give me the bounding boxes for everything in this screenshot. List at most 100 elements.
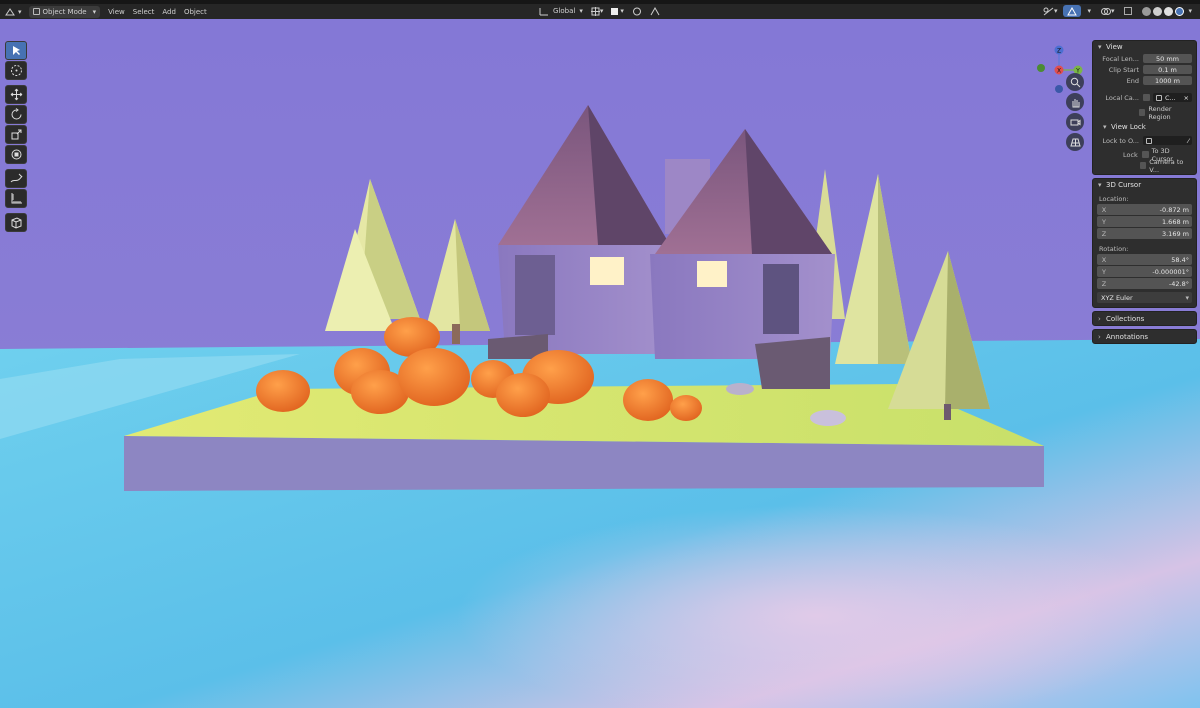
view-panel-title: View <box>1106 43 1123 51</box>
collections-title: Collections <box>1106 314 1145 323</box>
rotation-mode-value: XYZ Euler <box>1101 293 1133 302</box>
viewport-header: ▾ Object Mode ▾ View Select Add Object G… <box>0 4 1200 19</box>
cursor-rotation-y[interactable]: Y -0.000001° <box>1097 266 1192 277</box>
gizmo-dropdown[interactable]: ▾ <box>1083 5 1095 17</box>
view-panel: ▾ View Focal Len... 50 mm Clip Start 0.1 m… <box>1092 40 1197 175</box>
transform-tool[interactable] <box>5 145 27 164</box>
lock-to-object-field[interactable]: ⁄ <box>1143 136 1192 145</box>
menu-add[interactable]: Add <box>158 6 180 18</box>
pan-button[interactable] <box>1066 93 1084 111</box>
solid-shading-icon[interactable] <box>1153 6 1163 16</box>
camera-icon <box>1070 119 1080 125</box>
cursor-location-y[interactable]: Y 1.668 m <box>1097 216 1192 227</box>
pivot-icon <box>590 6 600 16</box>
clear-icon[interactable]: × <box>1184 94 1192 102</box>
clip-start-field[interactable]: 0.1 m <box>1143 65 1192 74</box>
snap-dropdown[interactable]: ▾ <box>607 5 628 17</box>
cursor-icon <box>10 65 22 76</box>
material-preview-icon[interactable] <box>1164 6 1174 16</box>
menu-object[interactable]: Object <box>180 6 211 18</box>
chevron-right-icon: › <box>1098 332 1101 341</box>
rotation-mode-dropdown[interactable]: XYZ Euler ▾ <box>1097 292 1192 303</box>
zoom-button[interactable] <box>1066 73 1084 91</box>
perspective-toggle-button[interactable] <box>1066 133 1084 151</box>
measure-tool[interactable] <box>5 189 27 208</box>
wireframe-shading-icon[interactable] <box>1142 6 1152 16</box>
visibility-dropdown[interactable]: ▾ <box>1039 5 1062 17</box>
local-camera-checkbox[interactable] <box>1143 94 1150 101</box>
eyedropper-icon[interactable]: ⁄ <box>1188 137 1192 145</box>
rotate-tool[interactable] <box>5 105 27 124</box>
cursor-location-x[interactable]: X -0.872 m <box>1097 204 1192 215</box>
editor-type-button[interactable]: ▾ <box>0 6 26 18</box>
cursor-location-z[interactable]: Z 3.169 m <box>1097 228 1192 239</box>
snap-icon <box>611 7 619 15</box>
camera-view-button[interactable] <box>1066 113 1084 131</box>
scale-tool[interactable] <box>5 125 27 144</box>
falloff-button[interactable] <box>646 5 664 17</box>
cursor-rotation-z[interactable]: Z -42.8° <box>1097 278 1192 289</box>
3d-cursor-title: 3D Cursor <box>1106 181 1142 189</box>
local-camera-label: Local Ca... <box>1105 93 1139 102</box>
location-label: Location: <box>1099 195 1129 203</box>
orientation-label: Global <box>553 7 576 15</box>
orientation-dropdown[interactable]: Global ▾ <box>535 5 587 17</box>
chevron-down-icon: ▾ <box>1098 181 1102 189</box>
move-tool[interactable] <box>5 85 27 104</box>
falloff-icon <box>650 6 660 15</box>
annotate-tool[interactable] <box>5 169 27 188</box>
clip-end-field[interactable]: 1000 m <box>1143 76 1192 85</box>
editor-type-icon <box>5 7 15 15</box>
add-cube-icon <box>11 217 21 229</box>
view-lock-subpanel-header[interactable]: ▾ View Lock <box>1093 121 1196 133</box>
add-cube-tool[interactable] <box>5 213 27 232</box>
proportional-edit-icon <box>632 7 641 15</box>
xray-toggle[interactable] <box>1120 5 1136 17</box>
axis-label: Z <box>1101 229 1107 238</box>
shading-dropdown[interactable]: ▾ <box>1188 7 1192 15</box>
overlays-toggle[interactable]: ▾ <box>1097 5 1119 17</box>
measure-icon <box>11 193 22 204</box>
cursor-tool[interactable] <box>5 61 27 80</box>
hand-icon <box>1072 98 1079 107</box>
axis-value: 1.668 m <box>1161 217 1189 226</box>
shading-modes: ▾ <box>1138 5 1196 17</box>
gizmo-toggle[interactable] <box>1063 5 1082 17</box>
annotations-title: Annotations <box>1106 332 1149 341</box>
lock-label: Lock <box>1122 150 1138 159</box>
proportional-edit-button[interactable] <box>628 5 646 17</box>
pivot-dropdown[interactable]: ▾ <box>587 5 608 17</box>
axis-value: -42.8° <box>1168 279 1189 288</box>
rotate-icon <box>11 108 21 120</box>
local-camera-value: C... <box>1165 93 1176 102</box>
to-3d-cursor-checkbox[interactable] <box>1141 151 1149 158</box>
3d-cursor-panel: ▾ 3D Cursor Location: X -0.872 m Y 1.668 m… <box>1092 178 1197 308</box>
3d-cursor-panel-header[interactable]: ▾ 3D Cursor <box>1093 179 1196 191</box>
gizmo-neg-z-axis[interactable] <box>1055 85 1063 93</box>
gizmo-neg-y-axis[interactable] <box>1037 64 1045 72</box>
camera-to-view-checkbox[interactable] <box>1139 162 1147 169</box>
3d-viewport[interactable]: Z X Y ▾ View Focal Len... 50 mm Clip Star… <box>0 19 1200 708</box>
rendered-scene <box>0 19 1200 708</box>
render-region-checkbox[interactable] <box>1139 109 1146 116</box>
menu-select[interactable]: Select <box>129 6 159 18</box>
xray-icon <box>1124 7 1133 15</box>
annotations-panel[interactable]: › Annotations <box>1092 329 1197 344</box>
mode-dropdown[interactable]: Object Mode ▾ <box>28 5 101 18</box>
orientation-icon <box>539 7 548 15</box>
collections-panel[interactable]: › Collections <box>1092 311 1197 326</box>
cursor-rotation-x[interactable]: X 58.4° <box>1097 254 1192 265</box>
axis-value: -0.000001° <box>1152 267 1189 276</box>
menu-view[interactable]: View <box>104 6 129 18</box>
local-camera-field[interactable]: C... × <box>1153 93 1192 102</box>
rendered-shading-icon[interactable] <box>1175 6 1185 16</box>
gizmo-x-label: X <box>1057 68 1061 75</box>
view-panel-header[interactable]: ▾ View <box>1093 41 1196 53</box>
focal-length-field[interactable]: 50 mm <box>1143 54 1192 63</box>
axis-label: Y <box>1102 267 1106 276</box>
rotation-label: Rotation: <box>1099 245 1129 253</box>
clip-end-label: End <box>1126 76 1139 85</box>
view-lock-title: View Lock <box>1111 123 1146 131</box>
select-box-tool[interactable] <box>5 41 27 60</box>
axis-label: Y <box>1102 217 1106 226</box>
